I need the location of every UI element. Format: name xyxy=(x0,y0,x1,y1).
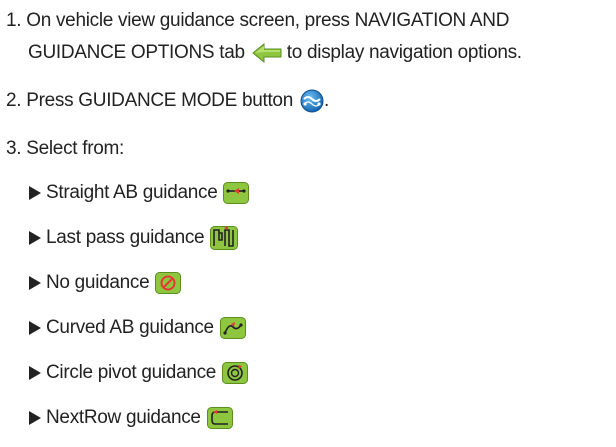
step-1-text-line-1: On vehicle view guidance screen, press N… xyxy=(26,10,510,31)
step-2-line: 2. Press GUIDANCE MODE button . xyxy=(6,89,329,113)
green-left-arrow-icon xyxy=(251,43,282,63)
last-pass-icon xyxy=(210,226,239,250)
step-3-number: 3. xyxy=(6,138,22,159)
straight-ab-icon xyxy=(223,182,250,204)
option-label: Circle pivot guidance xyxy=(46,362,217,383)
step-3-text: Select from: xyxy=(26,138,125,159)
step-1-line-2: GUIDANCE OPTIONS tab to display navigati… xyxy=(28,41,522,65)
option-curved-ab: Curved AB guidance xyxy=(29,316,246,340)
step-2-suffix: . xyxy=(323,90,329,111)
option-last-pass: Last pass guidance xyxy=(29,226,239,250)
curved-ab-icon xyxy=(219,317,246,339)
nextrow-icon xyxy=(206,407,233,429)
step-1-line-1: 1. On vehicle view guidance screen, pres… xyxy=(6,9,509,33)
step-1-text-line-2: GUIDANCE OPTIONS tab xyxy=(28,42,245,63)
bullet-arrow-icon xyxy=(29,411,41,425)
option-label: Curved AB guidance xyxy=(46,317,214,338)
option-circle-pivot: Circle pivot guidance xyxy=(29,361,249,385)
option-label: No guidance xyxy=(46,272,150,293)
option-no-guidance: No guidance xyxy=(29,271,182,295)
step-2-text: Press GUIDANCE MODE button xyxy=(26,90,293,111)
bullet-arrow-icon xyxy=(29,231,41,245)
bullet-arrow-icon xyxy=(29,321,41,335)
step-1-text-line-3: to display navigation options. xyxy=(286,42,522,63)
bullet-arrow-icon xyxy=(29,186,41,200)
instruction-document: 1. On vehicle view guidance screen, pres… xyxy=(6,0,612,447)
step-1-number: 1. xyxy=(6,10,22,31)
step-2-number: 2. xyxy=(6,90,22,111)
step-3-line: 3. Select from: xyxy=(6,137,124,161)
circle-pivot-icon xyxy=(222,362,249,384)
no-guidance-icon xyxy=(155,272,182,294)
option-nextrow: NextRow guidance xyxy=(29,406,233,430)
option-straight-ab: Straight AB guidance xyxy=(29,181,250,205)
option-label: Last pass guidance xyxy=(46,227,205,248)
bullet-arrow-icon xyxy=(29,276,41,290)
blue-guidance-mode-icon xyxy=(300,89,324,113)
option-label: Straight AB guidance xyxy=(46,182,218,203)
bullet-arrow-icon xyxy=(29,366,41,380)
option-label: NextRow guidance xyxy=(46,407,201,428)
